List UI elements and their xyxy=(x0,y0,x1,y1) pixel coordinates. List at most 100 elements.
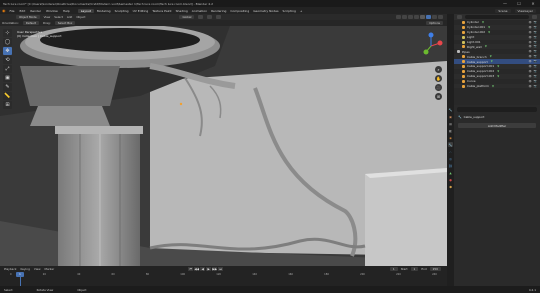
transform-tool-icon[interactable]: ▣ xyxy=(3,74,12,82)
tool-tab-icon[interactable]: 🔧 xyxy=(448,107,453,112)
close-button[interactable]: ✕ xyxy=(526,1,540,6)
snap-icon[interactable] xyxy=(207,15,213,19)
scale-tool-icon[interactable]: ⤢ xyxy=(3,65,12,73)
overlay-toggle-icon[interactable] xyxy=(408,15,413,19)
jump-end-icon[interactable]: ⏭ xyxy=(218,267,224,271)
outliner-display-mode-icon[interactable] xyxy=(457,15,462,19)
zoom-icon[interactable]: ⌕ xyxy=(435,66,442,73)
y-axis-icon[interactable] xyxy=(423,49,429,55)
jump-start-icon[interactable]: ⏮ xyxy=(188,267,194,271)
workspace-tab-scripting[interactable]: Scripting xyxy=(282,9,297,13)
render-camera-icon[interactable]: 📷 xyxy=(534,55,537,58)
jump-keyframe-back-icon[interactable]: ◀◀ xyxy=(194,267,200,271)
view-layer-tab-icon[interactable]: ◧ xyxy=(448,128,453,133)
visibility-eye-icon[interactable]: 👁 xyxy=(528,36,531,39)
transform-orientation-dropdown[interactable]: Global xyxy=(179,15,195,19)
solid-shading-icon[interactable] xyxy=(426,15,431,19)
z-axis-icon[interactable] xyxy=(428,32,434,38)
wireframe-shading-icon[interactable] xyxy=(420,15,425,19)
menu-select[interactable]: Select xyxy=(54,15,63,19)
scene-selector[interactable]: Scene xyxy=(495,8,511,13)
current-frame-field[interactable]: 1 xyxy=(389,267,398,271)
data-tab-icon[interactable]: ▲ xyxy=(448,170,453,175)
visibility-eye-icon[interactable]: 👁 xyxy=(528,75,531,78)
menu-playback[interactable]: Playback xyxy=(4,267,16,271)
maximize-button[interactable]: ☐ xyxy=(512,1,526,6)
physics-tab-icon[interactable]: ◎ xyxy=(448,156,453,161)
visibility-eye-icon[interactable]: 👁 xyxy=(528,80,531,83)
render-camera-icon[interactable]: 📷 xyxy=(534,60,537,63)
visibility-eye-icon[interactable]: 👁 xyxy=(528,21,531,24)
material-shading-icon[interactable] xyxy=(432,15,437,19)
workspace-tab-uv-editing[interactable]: UV Editing xyxy=(132,9,150,13)
workspace-tab-rendering[interactable]: Rendering xyxy=(210,9,227,13)
particles-tab-icon[interactable]: ∴ xyxy=(448,149,453,154)
workspace-tab-geometry-nodes[interactable]: Geometry Nodes xyxy=(252,9,279,13)
menu-object[interactable]: Object xyxy=(76,15,85,19)
menu-file[interactable]: File xyxy=(9,9,16,13)
menu-view[interactable]: View xyxy=(44,15,51,19)
filter-icon[interactable] xyxy=(532,15,537,19)
rendered-shading-icon[interactable] xyxy=(438,15,443,19)
gizmo-toggle-icon[interactable] xyxy=(402,15,407,19)
view-layer-selector[interactable]: ViewLayer xyxy=(514,8,536,13)
mode-dropdown[interactable]: Object Mode xyxy=(16,15,40,19)
modifier-tab-icon[interactable]: 🔧 xyxy=(448,142,453,147)
render-camera-icon[interactable]: 📷 xyxy=(534,75,537,78)
3d-viewport[interactable]: User Perspective (0) Collection | Cable_… xyxy=(0,26,447,266)
properties-search-input[interactable] xyxy=(457,107,537,112)
start-frame-field[interactable]: 1 xyxy=(410,267,419,271)
drag-dropdown[interactable]: Select Box xyxy=(54,21,76,25)
visibility-eye-icon[interactable]: 👁 xyxy=(528,60,531,63)
menu-marker[interactable]: Marker xyxy=(45,267,55,271)
navigation-gizmo[interactable] xyxy=(418,31,444,61)
visibility-icon[interactable] xyxy=(396,15,401,19)
render-camera-icon[interactable]: 📷 xyxy=(534,26,537,29)
orientation-dropdown[interactable]: Default xyxy=(22,21,39,25)
material-tab-icon[interactable]: ● xyxy=(448,177,453,182)
output-tab-icon[interactable]: ▦ xyxy=(448,121,453,126)
add-cube-tool-icon[interactable]: ⊞ xyxy=(3,101,12,109)
workspace-tab-texture-paint[interactable]: Texture Paint xyxy=(151,9,172,13)
xray-icon[interactable] xyxy=(414,15,419,19)
visibility-eye-icon[interactable]: 👁 xyxy=(528,45,531,48)
play-icon[interactable]: ▶ xyxy=(206,267,212,271)
visibility-eye-icon[interactable]: 👁 xyxy=(528,65,531,68)
render-tab-icon[interactable]: ▣ xyxy=(448,114,453,119)
render-camera-icon[interactable]: 📷 xyxy=(534,31,537,34)
workspace-tab-modeling[interactable]: Modeling xyxy=(96,9,112,13)
render-camera-icon[interactable]: 📷 xyxy=(534,65,537,68)
workspace-tab-animation[interactable]: Animation xyxy=(191,9,208,13)
visibility-eye-icon[interactable]: 👁 xyxy=(528,41,531,44)
visibility-eye-icon[interactable]: 👁 xyxy=(528,26,531,29)
render-camera-icon[interactable]: 📷 xyxy=(534,70,537,73)
camera-view-icon[interactable]: 🎥 xyxy=(435,84,442,91)
menu-window[interactable]: Window xyxy=(45,9,59,13)
visibility-eye-icon[interactable]: 👁 xyxy=(528,70,531,73)
proportional-edit-icon[interactable] xyxy=(216,15,222,19)
x-axis-icon[interactable] xyxy=(437,40,443,46)
workspace-tab-shading[interactable]: Shading xyxy=(175,9,189,13)
visibility-eye-icon[interactable]: 👁 xyxy=(528,50,531,53)
render-camera-icon[interactable]: 📷 xyxy=(534,45,537,48)
render-camera-icon[interactable]: 📷 xyxy=(534,80,537,83)
texture-tab-icon[interactable]: ⬢ xyxy=(448,184,453,189)
render-camera-icon[interactable]: 📷 xyxy=(534,50,537,53)
workspace-tab-compositing[interactable]: Compositing xyxy=(229,9,250,13)
menu-edit[interactable]: Edit xyxy=(19,9,27,13)
ortho-grid-icon[interactable]: ⊞ xyxy=(435,93,442,100)
end-frame-field[interactable]: 250 xyxy=(429,267,441,271)
workspace-tab-layout[interactable]: Layout xyxy=(77,8,94,13)
visibility-eye-icon[interactable]: 👁 xyxy=(528,31,531,34)
move-tool-icon[interactable]: ✥ xyxy=(3,47,12,55)
minimize-button[interactable]: — xyxy=(498,1,512,6)
outliner-row[interactable]: Cable_platform ▼ 👁 📷 xyxy=(454,83,540,89)
rotate-tool-icon[interactable]: ⟲ xyxy=(3,56,12,64)
pan-hand-icon[interactable]: ✋ xyxy=(435,75,442,82)
annotate-tool-icon[interactable]: ✎ xyxy=(3,83,12,91)
menu-help[interactable]: Help xyxy=(62,9,71,13)
scene-tab-icon[interactable]: ◉ xyxy=(448,135,453,140)
jump-keyframe-forward-icon[interactable]: ▶▶ xyxy=(212,267,218,271)
measure-tool-icon[interactable]: 📏 xyxy=(3,92,12,100)
menu-timeline-view[interactable]: View xyxy=(34,267,41,271)
